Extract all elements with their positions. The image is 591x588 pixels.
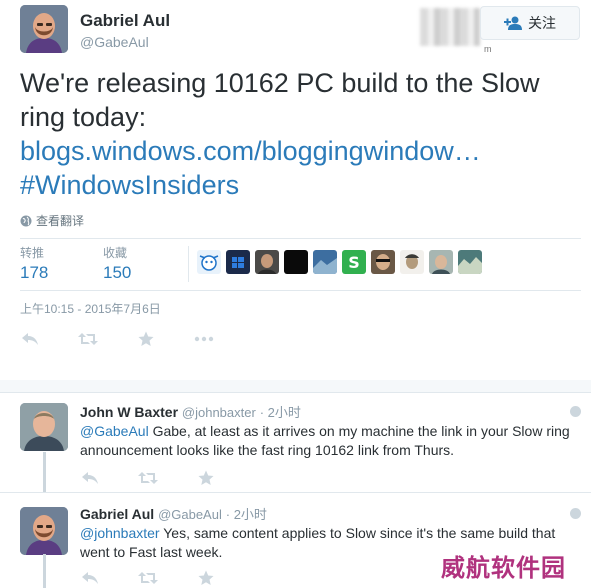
tweet-link[interactable]: blogs.windows.com/bloggingwindow…	[20, 134, 585, 168]
more-button[interactable]	[194, 330, 214, 348]
retweet-button[interactable]	[138, 569, 158, 587]
tweet-text: We're releasing 10162 PC build to the Sl…	[20, 66, 585, 202]
translate-link[interactable]: 查看翻译	[20, 212, 84, 229]
favoriter-avatar[interactable]	[197, 250, 221, 274]
reply-icon	[22, 333, 38, 345]
favoriter-avatar[interactable]	[255, 250, 279, 274]
tweet-actions	[20, 330, 214, 348]
follow-label: 关注	[528, 15, 556, 31]
reply-button[interactable]	[80, 469, 100, 487]
reply-mention[interactable]: @johnbaxter	[80, 525, 160, 541]
reply-actions	[80, 469, 216, 487]
reply-time[interactable]: · 2小时	[226, 507, 267, 522]
favoriter-avatar[interactable]: S	[342, 250, 366, 274]
retweet-icon	[138, 472, 158, 484]
reply-author-handle: @johnbaxter	[181, 405, 256, 420]
favorite-stat[interactable]: 收藏 150	[103, 244, 131, 283]
reply-button[interactable]	[80, 569, 100, 587]
retweet-stat[interactable]: 转推 178	[20, 244, 48, 283]
reply-actions	[80, 569, 216, 587]
reply-icon	[82, 572, 98, 584]
conversation-line	[43, 554, 46, 588]
star-icon	[198, 470, 214, 485]
reply-menu-icon[interactable]	[570, 406, 581, 417]
favoriter-avatar[interactable]	[313, 250, 337, 274]
add-user-icon	[504, 15, 522, 31]
favoriter-avatar[interactable]	[458, 250, 482, 274]
author-avatar[interactable]	[20, 5, 68, 53]
favoriter-avatar[interactable]	[429, 250, 453, 274]
star-icon	[138, 331, 154, 346]
watermark: 威航软件园	[441, 554, 566, 582]
globe-icon	[20, 215, 32, 227]
retweet-icon	[138, 572, 158, 584]
favorite-button[interactable]	[136, 330, 156, 348]
favoriter-avatar[interactable]	[226, 250, 250, 274]
blurred-text: m	[484, 44, 492, 54]
tweet-text-line: We're releasing 10162 PC build to the Sl…	[20, 68, 540, 98]
conversation-line	[43, 452, 46, 492]
reply-menu-icon[interactable]	[570, 508, 581, 519]
reply-icon	[82, 472, 98, 484]
follow-button[interactable]: 关注	[480, 6, 580, 40]
favorite-button[interactable]	[196, 569, 216, 587]
reply-author[interactable]: Gabriel Aul @GabeAul · 2小时	[80, 504, 267, 523]
favoriter-avatar[interactable]	[371, 250, 395, 274]
reply-button[interactable]	[20, 330, 40, 348]
reply-time[interactable]: · 2小时	[260, 405, 301, 420]
favorites-count: 150	[103, 263, 132, 282]
retweet-icon	[78, 333, 98, 345]
retweet-button[interactable]	[78, 330, 98, 348]
retweet-button[interactable]	[138, 469, 158, 487]
author-name[interactable]: Gabriel Aul	[80, 11, 170, 31]
reply-avatar[interactable]	[20, 403, 68, 451]
blurred-region	[420, 8, 480, 46]
tweet-text-line: ring today:	[20, 102, 147, 132]
favoriter-avatar[interactable]	[284, 250, 308, 274]
reply-avatar[interactable]	[20, 507, 68, 555]
author-handle[interactable]: @GabeAul	[80, 34, 149, 50]
favoriters-list: S	[197, 250, 482, 274]
translate-label: 查看翻译	[36, 214, 85, 228]
stat-separator	[188, 246, 189, 282]
divider	[20, 238, 581, 239]
svg-text:S: S	[348, 253, 360, 272]
tweet-timestamp[interactable]: 上午10:15 - 2015年7月6日	[20, 300, 161, 317]
reply-body: Gabe, at least as it arrives on my machi…	[80, 423, 570, 458]
favorite-button[interactable]	[196, 469, 216, 487]
more-dots-icon	[194, 336, 214, 342]
retweets-label: 转推	[20, 246, 45, 260]
star-icon	[198, 570, 214, 585]
reply-author-name: Gabriel Aul	[80, 506, 155, 522]
reply-author-name: John W Baxter	[80, 404, 179, 420]
reply-mention[interactable]: @GabeAul	[80, 423, 149, 439]
reply-tweet[interactable]: John W Baxter @johnbaxter · 2小时 @GabeAul…	[0, 392, 591, 492]
favorites-label: 收藏	[103, 246, 128, 260]
retweets-count: 178	[20, 263, 49, 282]
reply-text: @GabeAul Gabe, at least as it arrives on…	[80, 422, 580, 460]
favoriter-avatar[interactable]	[400, 250, 424, 274]
tweet-hashtag[interactable]: #WindowsInsiders	[20, 168, 585, 202]
tweet-card: Gabriel Aul @GabeAul m 关注 We're releasin…	[0, 0, 591, 380]
divider	[20, 290, 581, 291]
reply-author-handle: @GabeAul	[158, 507, 222, 522]
reply-author[interactable]: John W Baxter @johnbaxter · 2小时	[80, 402, 301, 421]
